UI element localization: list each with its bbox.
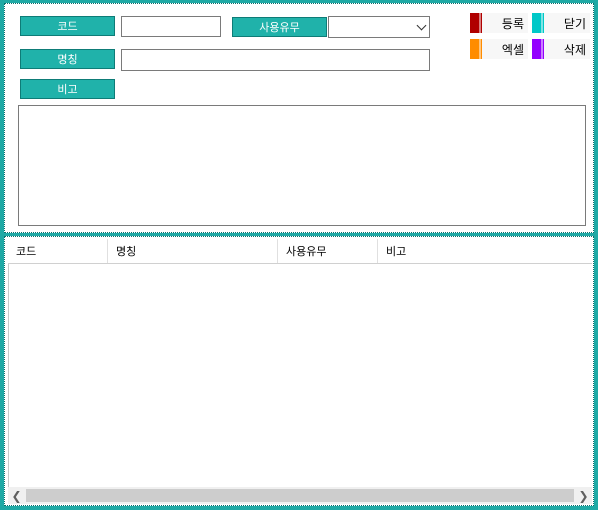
code-input[interactable] [121,16,221,37]
delete-button-label: 삭제 [563,42,586,57]
grid-header: 코드 명칭 사용유무 비고 [8,239,592,264]
grid-panel: 코드 명칭 사용유무 비고 ❮ ❯ [4,236,594,506]
horizontal-scrollbar[interactable]: ❮ ❯ [8,487,592,504]
excel-button-label: 엑셀 [501,42,524,57]
input-panel: 코드 사용유무 명칭 비고 등록 닫기 엑셀 삭제 [4,3,594,233]
use-select[interactable] [328,16,430,38]
delete-color-icon [532,39,544,59]
remark-label: 비고 [20,79,115,99]
excel-color-icon [470,39,482,59]
column-header-use[interactable]: 사용유무 [278,239,378,263]
data-grid[interactable] [8,239,593,504]
excel-button[interactable]: 엑셀 [470,39,528,59]
remark-textarea[interactable] [18,105,586,226]
scroll-left-icon[interactable]: ❮ [8,487,25,504]
chevron-down-icon [416,20,427,30]
scrollbar-thumb[interactable] [26,489,574,502]
close-color-icon [532,13,544,33]
name-label: 명칭 [20,49,115,69]
code-label: 코드 [20,16,115,36]
register-button-label: 등록 [501,16,524,31]
column-header-code[interactable]: 코드 [8,239,108,263]
register-color-icon [470,13,482,33]
register-button[interactable]: 등록 [470,13,528,33]
use-label: 사용유무 [232,17,327,37]
delete-button[interactable]: 삭제 [532,39,590,59]
column-header-remark[interactable]: 비고 [378,239,592,263]
close-button-label: 닫기 [563,16,586,31]
scroll-right-icon[interactable]: ❯ [575,487,592,504]
name-input[interactable] [121,49,430,71]
close-button[interactable]: 닫기 [532,13,590,33]
column-header-name[interactable]: 명칭 [108,239,278,263]
